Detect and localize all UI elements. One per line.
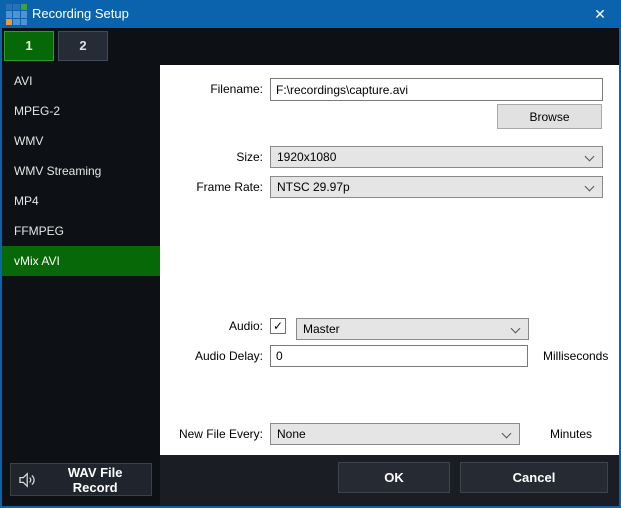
tab-recorder-1[interactable]: 1 [4,31,54,61]
audio-source-value: Master [303,322,340,336]
framerate-value: NTSC 29.97p [277,180,350,194]
tab-recorder-2[interactable]: 2 [58,31,108,61]
ok-button[interactable]: OK [338,462,450,493]
framerate-label: Frame Rate: [196,180,263,194]
sidebar-item-vmix-avi[interactable]: vMix AVI [2,246,160,276]
size-label: Size: [236,150,263,164]
sidebar-item-ffmpeg[interactable]: FFMPEG [2,216,160,246]
window-title: Recording Setup [32,6,129,21]
audio-source-select[interactable]: Master [296,318,529,340]
new-file-every-value: None [277,427,306,441]
audio-label: Audio: [228,319,263,333]
title-bar: Recording Setup ✕ [0,0,621,28]
cancel-button[interactable]: Cancel [460,462,608,493]
close-icon[interactable]: ✕ [583,0,617,28]
sidebar-item-wmv[interactable]: WMV [2,126,160,156]
audio-checkbox[interactable]: ✓ [270,318,286,334]
filename-input[interactable] [270,78,603,101]
audio-delay-label: Audio Delay: [194,349,263,363]
browse-button[interactable]: Browse [497,104,602,129]
sidebar-item-mp4[interactable]: MP4 [2,186,160,216]
new-file-every-label: New File Every: [178,427,263,441]
speaker-icon [19,471,35,488]
dialog-body: 1 2 AVI MPEG-2 WMV WMV Streaming MP4 FFM… [2,28,619,506]
chevron-down-icon [510,323,521,334]
sidebar-item-mpeg2[interactable]: MPEG-2 [2,96,160,126]
chevron-down-icon [501,428,512,439]
bottom-bar: OK Cancel [160,455,619,506]
settings-panel: Filename: Browse Size: 1920x1080 Frame R… [160,65,619,455]
new-file-unit-label: Minutes [550,427,593,441]
filename-label: Filename: [210,82,263,96]
framerate-select[interactable]: NTSC 29.97p [270,176,603,198]
sidebar-item-avi[interactable]: AVI [2,66,160,96]
recording-setup-window: Recording Setup ✕ 1 2 AVI MPEG-2 WMV WMV… [0,0,621,508]
audio-delay-unit-label: Milliseconds [543,349,609,363]
size-select[interactable]: 1920x1080 [270,146,603,168]
vmix-logo-icon [6,4,27,25]
chevron-down-icon [584,151,595,162]
wav-file-record-label: WAV File Record [67,464,123,495]
chevron-down-icon [584,181,595,192]
new-file-every-select[interactable]: None [270,423,520,445]
sidebar-item-wmv-streaming[interactable]: WMV Streaming [2,156,160,186]
audio-delay-input[interactable] [270,345,528,367]
wav-file-record-button[interactable]: WAV File Record [10,463,152,496]
size-value: 1920x1080 [277,150,337,164]
